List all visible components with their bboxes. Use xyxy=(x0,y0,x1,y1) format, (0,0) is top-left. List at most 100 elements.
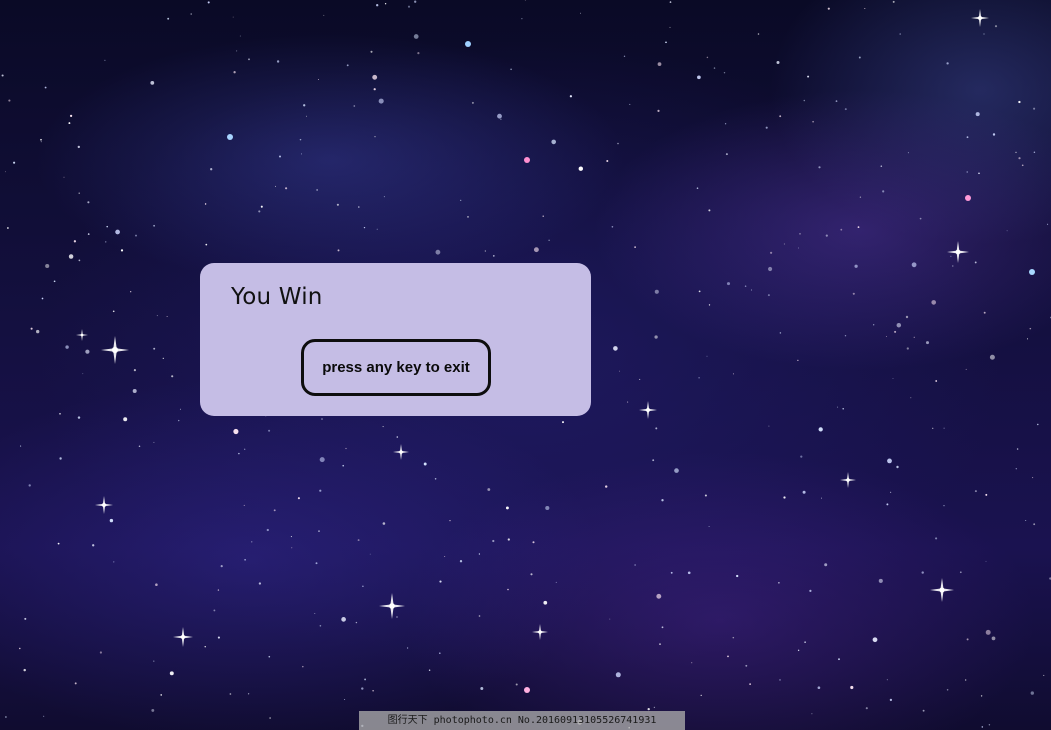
star xyxy=(838,658,840,661)
star xyxy=(985,560,987,562)
star xyxy=(989,354,995,360)
star xyxy=(135,234,137,237)
star xyxy=(53,280,56,283)
star xyxy=(943,427,945,429)
star xyxy=(978,172,980,175)
star xyxy=(732,373,734,375)
star xyxy=(821,497,822,499)
star xyxy=(1047,223,1049,225)
star xyxy=(229,693,232,695)
star xyxy=(275,185,276,187)
star xyxy=(484,250,486,252)
win-dialog: You Win press any key to exit xyxy=(200,263,591,416)
star xyxy=(1015,151,1017,154)
star xyxy=(943,505,945,507)
star xyxy=(890,491,892,493)
star xyxy=(258,210,261,213)
star xyxy=(492,539,495,543)
star xyxy=(217,589,220,591)
star xyxy=(156,315,158,317)
star xyxy=(617,142,619,145)
star xyxy=(179,408,181,410)
star xyxy=(797,247,799,249)
star xyxy=(905,315,909,319)
star xyxy=(374,136,376,138)
star xyxy=(460,199,462,202)
star xyxy=(43,715,45,717)
star xyxy=(480,687,484,690)
star xyxy=(959,571,962,574)
star xyxy=(768,425,770,427)
star xyxy=(314,613,316,614)
star xyxy=(323,14,325,16)
star xyxy=(767,294,770,297)
star xyxy=(13,161,16,164)
star xyxy=(414,0,417,3)
star xyxy=(656,593,662,599)
star xyxy=(407,647,409,649)
star xyxy=(417,52,420,55)
star xyxy=(745,664,748,667)
star xyxy=(278,155,282,158)
star xyxy=(353,105,356,107)
star xyxy=(779,679,781,681)
watermark-text: 图行天下 photophoto.cn No.201609131055267419… xyxy=(359,711,685,730)
star xyxy=(396,616,398,618)
star xyxy=(659,643,661,645)
star xyxy=(1018,157,1021,160)
star xyxy=(1021,164,1024,167)
star xyxy=(974,490,977,493)
star xyxy=(244,558,246,561)
star xyxy=(30,327,33,330)
star xyxy=(487,488,491,491)
star xyxy=(1015,468,1017,470)
star xyxy=(543,600,548,605)
star xyxy=(299,138,302,141)
star xyxy=(950,255,952,257)
star xyxy=(779,115,782,118)
star xyxy=(882,190,885,193)
star xyxy=(749,683,751,685)
star xyxy=(727,655,729,658)
star xyxy=(991,636,996,641)
exit-button[interactable]: press any key to exit xyxy=(301,339,491,396)
star xyxy=(837,406,839,408)
star xyxy=(113,561,115,563)
star xyxy=(273,509,276,512)
star xyxy=(985,629,991,635)
star xyxy=(975,112,980,117)
star xyxy=(383,196,385,198)
star xyxy=(336,203,339,206)
star xyxy=(471,101,474,104)
star xyxy=(20,445,22,447)
star xyxy=(57,542,60,545)
star xyxy=(827,7,830,10)
star xyxy=(627,401,629,403)
star xyxy=(817,686,821,690)
star xyxy=(811,713,813,715)
star xyxy=(449,520,451,522)
star xyxy=(373,88,376,91)
star xyxy=(873,324,875,326)
star xyxy=(153,347,156,350)
star xyxy=(804,641,806,643)
star xyxy=(1018,100,1021,104)
star xyxy=(318,530,320,532)
star xyxy=(384,3,387,5)
star xyxy=(439,652,441,654)
star xyxy=(696,187,699,189)
star xyxy=(654,289,659,294)
star xyxy=(319,625,322,627)
star xyxy=(319,457,325,463)
star xyxy=(28,484,31,487)
star xyxy=(370,50,373,53)
star xyxy=(609,618,611,620)
star xyxy=(778,582,780,584)
star xyxy=(204,646,206,648)
star xyxy=(932,427,934,429)
star xyxy=(87,233,90,235)
star xyxy=(151,708,155,712)
star xyxy=(4,171,6,173)
star xyxy=(341,617,346,622)
star xyxy=(691,662,693,664)
